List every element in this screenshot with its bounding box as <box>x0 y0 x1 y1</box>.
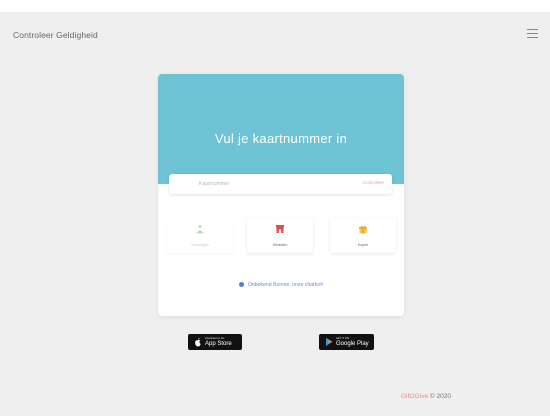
tile-label: Ontvangen <box>191 243 209 247</box>
card-number-search: Controleer <box>169 174 392 194</box>
apple-icon <box>195 338 201 347</box>
tile-winkelen[interactable]: Winkelen <box>247 217 313 253</box>
app-store-label: App Store <box>205 340 232 347</box>
card-header: Vul je kaartnummer in <box>158 74 404 184</box>
tile-label: Kopen <box>357 243 369 247</box>
footer-copyright: © 2020 <box>429 393 451 400</box>
chat-dot-icon <box>238 282 244 288</box>
google-play-icon <box>326 338 333 346</box>
app-title: Controleer Geldigheid <box>13 30 98 40</box>
tile-kopen[interactable]: Kopen <box>330 217 396 253</box>
chatbot-link[interactable]: Onbekend Bonnie, onze chatbot! <box>158 282 404 288</box>
footer: Gift2Give © 2020 <box>401 393 451 400</box>
footer-brand-link[interactable]: Gift2Give <box>401 393 428 400</box>
check-button[interactable]: Controleer <box>363 180 384 185</box>
app-store-badge[interactable]: Download on the App Store <box>188 334 242 350</box>
hamburger-menu-icon[interactable] <box>527 29 539 39</box>
store-icon <box>276 225 284 233</box>
top-bar: Controleer Geldigheid <box>0 12 550 52</box>
google-play-label: Google Play <box>336 340 369 347</box>
tile-label: Winkelen <box>272 243 288 247</box>
card-number-panel: Vul je kaartnummer in Controleer Ontvang… <box>158 74 404 316</box>
chatbot-link-text: Onbekend Bonnie, onze chatbot! <box>247 282 324 288</box>
person-plant-icon <box>196 225 204 234</box>
gift-icon <box>359 225 367 234</box>
google-play-badge[interactable]: GET IT ON Google Play <box>319 334 374 350</box>
tile-ontvangen[interactable]: Ontvangen <box>167 217 233 253</box>
card-title: Vul je kaartnummer in <box>214 131 348 146</box>
card-number-input[interactable] <box>169 174 339 194</box>
